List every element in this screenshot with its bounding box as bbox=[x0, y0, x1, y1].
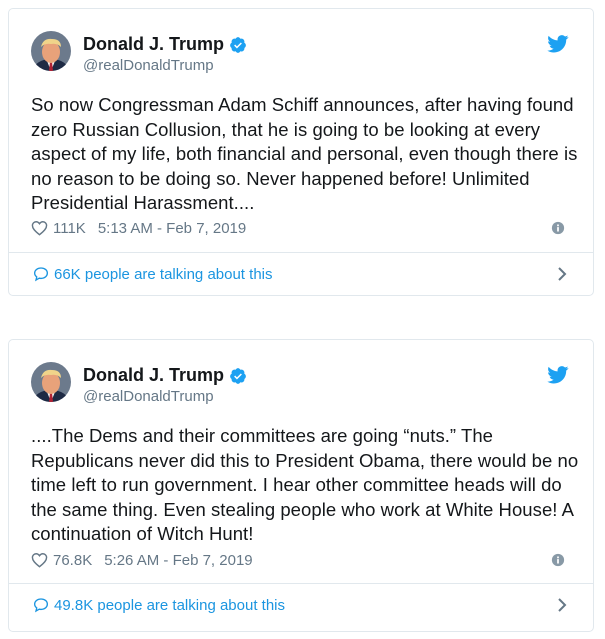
conversation-link[interactable]: 49.8K people are talking about this bbox=[33, 594, 569, 616]
info-icon[interactable] bbox=[551, 221, 565, 235]
tweet-text-line: no reason to be doing so. Never happened… bbox=[31, 167, 530, 189]
like-count: 76.8K bbox=[53, 551, 93, 569]
divider bbox=[9, 252, 593, 253]
speech-bubble-icon bbox=[33, 598, 49, 613]
display-name[interactable]: Donald J. Trump bbox=[83, 34, 224, 55]
tweet-meta: 76.8K 5:26 AM - Feb 7, 2019 bbox=[31, 549, 569, 571]
conversation-count[interactable]: 49.8K people are talking about this bbox=[54, 597, 285, 614]
tweet-header: Donald J. Trump @realDonaldTrump bbox=[9, 9, 593, 81]
tweet-card[interactable]: Donald J. Trump @realDonaldTrump ....The… bbox=[8, 339, 594, 632]
tweet-timestamp[interactable]: 5:26 AM - Feb 7, 2019 bbox=[104, 552, 252, 569]
user-handle[interactable]: @realDonaldTrump bbox=[83, 388, 214, 405]
tweet-text: ....The Dems and their committees are go… bbox=[31, 424, 579, 547]
twitter-bird-icon[interactable] bbox=[547, 366, 569, 384]
info-icon[interactable] bbox=[551, 553, 565, 567]
tweet-text-line: aspect of my life, both financial and pe… bbox=[31, 143, 578, 165]
tweet-text-line: So now Congressman Adam Schiff announces… bbox=[31, 94, 574, 115]
tweet-card[interactable]: Donald J. Trump @realDonaldTrump So now … bbox=[8, 8, 594, 296]
verified-badge-icon bbox=[230, 367, 246, 384]
heart-icon[interactable] bbox=[31, 552, 48, 568]
tweet-text-line: Republicans never did this to President … bbox=[31, 449, 579, 471]
user-handle[interactable]: @realDonaldTrump bbox=[83, 57, 214, 74]
tweet-timestamp[interactable]: 5:13 AM - Feb 7, 2019 bbox=[98, 220, 246, 237]
conversation-count[interactable]: 66K people are talking about this bbox=[54, 266, 273, 283]
heart-icon[interactable] bbox=[31, 220, 48, 236]
conversation-link[interactable]: 66K people are talking about this bbox=[33, 263, 569, 285]
tweet-text-line: time left to run government. I hear othe… bbox=[31, 474, 562, 496]
divider bbox=[9, 583, 593, 584]
verified-badge-icon bbox=[230, 36, 246, 53]
twitter-bird-icon[interactable] bbox=[547, 35, 569, 53]
tweet-header: Donald J. Trump @realDonaldTrump bbox=[9, 340, 593, 412]
tweet-text: So now Congressman Adam Schiff announces… bbox=[31, 93, 579, 216]
speech-bubble-icon bbox=[33, 267, 49, 282]
tweet-text-line: continuation of Witch Hunt! bbox=[31, 523, 254, 545]
chevron-right-icon[interactable] bbox=[557, 266, 567, 282]
display-name[interactable]: Donald J. Trump bbox=[83, 365, 224, 386]
tweet-text-line: ....The Dems and their committees are go… bbox=[31, 425, 494, 446]
avatar[interactable] bbox=[31, 362, 71, 402]
chevron-right-icon[interactable] bbox=[557, 597, 567, 613]
tweet-text-line: Presidential Harassment.... bbox=[31, 192, 255, 214]
tweet-meta: 111K 5:13 AM - Feb 7, 2019 bbox=[31, 217, 569, 239]
like-count: 111K bbox=[53, 219, 86, 237]
tweet-text-line: the same thing. Even stealing people who… bbox=[31, 498, 575, 520]
tweet-text-line: zero Russian Collusion, that he is going… bbox=[31, 118, 541, 140]
avatar[interactable] bbox=[31, 31, 71, 71]
